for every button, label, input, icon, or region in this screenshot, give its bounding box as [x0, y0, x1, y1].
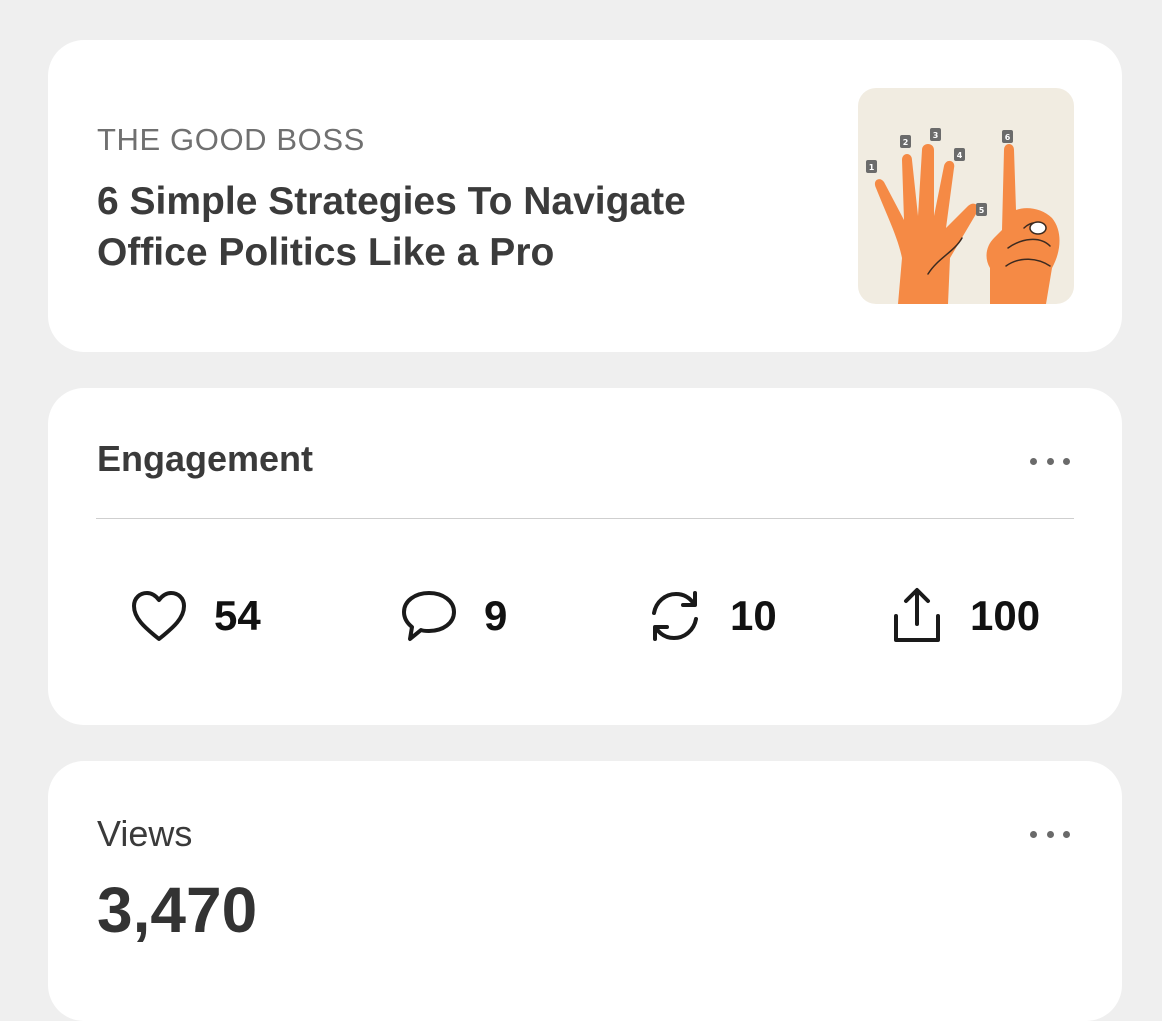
- likes-stat[interactable]: 54: [130, 584, 261, 648]
- heart-icon: [132, 591, 186, 641]
- post-title[interactable]: 6 Simple Strategies To Navigate Office P…: [97, 176, 797, 278]
- shares-stat[interactable]: 100: [890, 584, 1040, 648]
- hands-illustration: 1 2 3 4 5 6: [866, 128, 1060, 304]
- likes-count: 54: [214, 592, 261, 639]
- comment-icon: [402, 591, 456, 641]
- svg-text:3: 3: [933, 131, 939, 140]
- views-heading: Views: [97, 813, 193, 854]
- post-thumbnail: 1 2 3 4 5 6: [858, 88, 1074, 304]
- svg-text:4: 4: [957, 151, 963, 160]
- more-dot: [1046, 830, 1054, 838]
- engagement-heading: Engagement: [97, 438, 314, 479]
- comments-stat[interactable]: 9: [400, 584, 507, 648]
- svg-text:5: 5: [979, 206, 985, 215]
- post-card[interactable]: THE GOOD BOSS 6 Simple Strategies To Nav…: [48, 40, 1122, 352]
- engagement-card: Engagement 54 9 10 100: [48, 388, 1122, 725]
- restacks-count: 10: [730, 592, 777, 639]
- views-count: 3,470: [97, 874, 258, 946]
- views-more-button[interactable]: [1030, 827, 1070, 841]
- svg-text:6: 6: [1005, 133, 1011, 142]
- engagement-more-button[interactable]: [1030, 454, 1070, 468]
- publication-name: THE GOOD BOSS: [97, 122, 365, 157]
- restacks-stat[interactable]: 10: [646, 584, 777, 648]
- more-dot: [1063, 830, 1070, 838]
- svg-text:2: 2: [903, 138, 909, 147]
- divider: [96, 518, 1074, 519]
- views-card: Views 3,470: [48, 761, 1122, 1021]
- more-dot: [1030, 830, 1037, 838]
- shares-count: 100: [970, 592, 1041, 639]
- more-dot: [1063, 457, 1070, 465]
- comments-count: 9: [484, 592, 508, 639]
- more-dot: [1046, 457, 1054, 465]
- share-icon: [894, 588, 940, 642]
- restack-icon: [652, 591, 698, 641]
- more-dot: [1030, 457, 1037, 465]
- svg-text:1: 1: [869, 163, 875, 172]
